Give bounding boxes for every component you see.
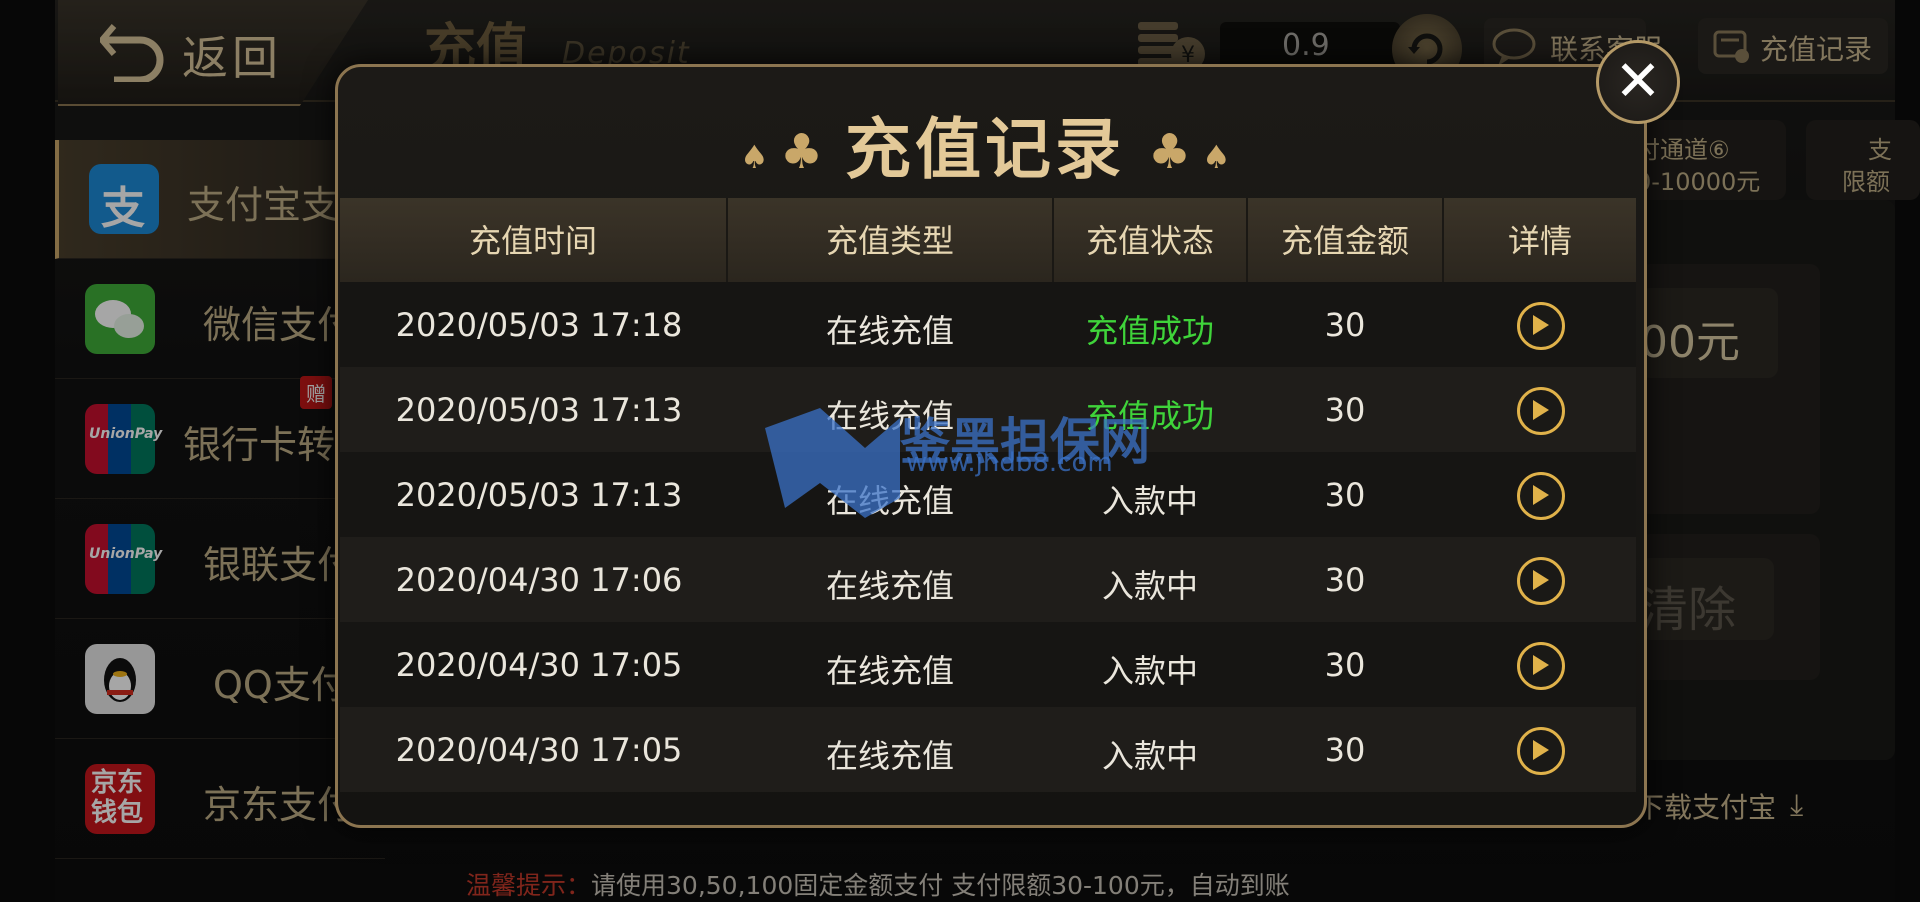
row-amount: 30 (1324, 476, 1366, 514)
row-time: 2020/05/03 17:13 (395, 476, 683, 514)
close-icon: ✕ (1614, 49, 1662, 114)
play-arrow-icon (1533, 655, 1549, 675)
row-status: 充值成功 (1085, 312, 1214, 350)
column-header-label: 充值状态 (1085, 222, 1214, 260)
column-header-label: 详情 (1507, 222, 1572, 260)
detail-button[interactable] (1517, 642, 1565, 690)
detail-button[interactable] (1517, 302, 1565, 350)
play-arrow-icon (1533, 740, 1549, 760)
watermark-url: www.jhdb8.com (906, 448, 1113, 478)
row-status: 入款中 (1101, 567, 1198, 605)
column-header-label: 充值类型 (825, 222, 954, 260)
row-type: 在线充值 (825, 567, 954, 605)
column-header-label: 充值金额 (1280, 222, 1409, 260)
close-button[interactable]: ✕ (1596, 40, 1680, 124)
row-time: 2020/04/30 17:05 (395, 646, 683, 684)
row-type: 在线充值 (825, 737, 954, 775)
row-type: 在线充值 (825, 312, 954, 350)
spade-icon: ♠ (740, 138, 769, 176)
detail-button[interactable] (1517, 557, 1565, 605)
column-header-label: 充值时间 (468, 222, 597, 260)
detail-button[interactable] (1517, 727, 1565, 775)
row-status: 入款中 (1101, 652, 1198, 690)
row-amount: 30 (1324, 561, 1366, 599)
row-time: 2020/04/30 17:05 (395, 731, 683, 769)
modal-title: 充值记录 (845, 110, 1125, 188)
row-time: 2020/05/03 17:18 (395, 306, 683, 344)
club-icon: ♣ (780, 124, 824, 180)
row-amount: 30 (1324, 391, 1366, 429)
row-amount: 30 (1324, 306, 1366, 344)
play-arrow-icon (1533, 485, 1549, 505)
row-type: 在线充值 (825, 652, 954, 690)
detail-button[interactable] (1517, 387, 1565, 435)
row-status: 入款中 (1101, 737, 1198, 775)
row-time: 2020/05/03 17:13 (395, 391, 683, 429)
row-amount: 30 (1324, 731, 1366, 769)
spade-icon: ♠ (1202, 138, 1231, 176)
play-arrow-icon (1533, 400, 1549, 420)
play-arrow-icon (1533, 315, 1549, 335)
row-time: 2020/04/30 17:06 (395, 561, 683, 599)
club-icon: ♣ (1148, 124, 1192, 180)
detail-button[interactable] (1517, 472, 1565, 520)
play-arrow-icon (1533, 570, 1549, 590)
row-amount: 30 (1324, 646, 1366, 684)
